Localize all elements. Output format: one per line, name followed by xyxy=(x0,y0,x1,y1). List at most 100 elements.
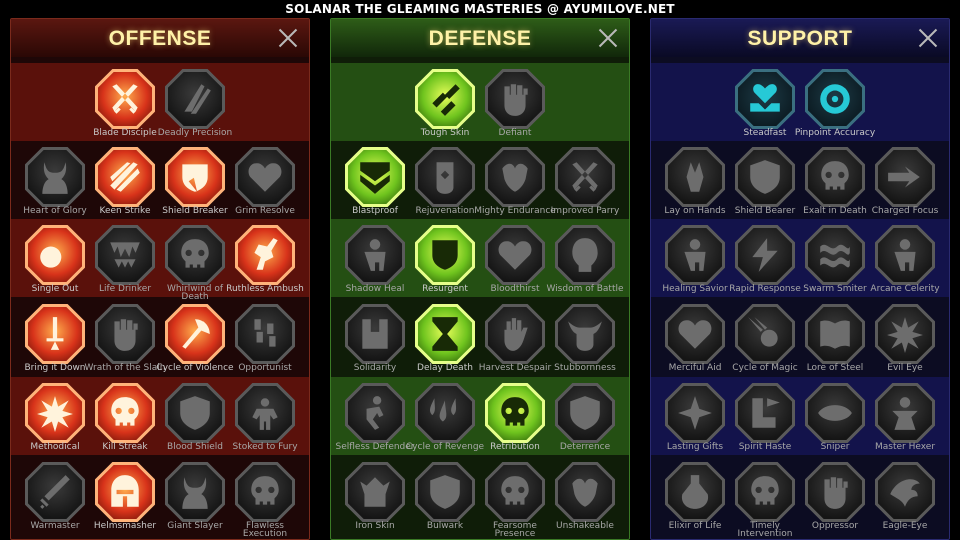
eye-icon xyxy=(818,405,852,421)
mastery-methodical[interactable]: Methodical xyxy=(20,383,90,461)
mastery-blade-disciple[interactable]: Blade Disciple xyxy=(90,69,160,147)
mastery-label: Flawless Execution xyxy=(242,521,288,539)
mastery-defiant[interactable]: Defiant xyxy=(480,69,550,147)
mastery-frame xyxy=(235,462,295,522)
mastery-pinpoint-accuracy[interactable]: Pinpoint Accuracy xyxy=(795,69,875,147)
mastery-merciful-aid[interactable]: Merciful Aid xyxy=(660,304,730,382)
mastery-resurgent[interactable]: Resurgent xyxy=(410,225,480,303)
mastery-bring-it-down[interactable]: Bring it Down xyxy=(20,304,90,382)
burst-icon xyxy=(887,317,923,353)
mastery-exalt-in-death[interactable]: Exalt in Death xyxy=(800,147,870,225)
mastery-cycle-of-revenge[interactable]: Cycle of Revenge xyxy=(406,383,484,461)
mastery-sniper[interactable]: Sniper xyxy=(800,383,870,461)
mastery-grim-resolve[interactable]: Grim Resolve xyxy=(230,147,300,225)
mastery-kill-streak[interactable]: Kill Streak xyxy=(90,383,160,461)
mastery-selfless-defender[interactable]: Selfless Defender xyxy=(335,383,415,461)
chevron-shield-icon xyxy=(360,162,390,194)
mastery-blood-shield[interactable]: Blood Shield xyxy=(160,383,230,461)
mastery-lasting-gifts[interactable]: Lasting Gifts xyxy=(660,383,730,461)
mastery-wisdom-of-battle[interactable]: Wisdom of Battle xyxy=(546,225,624,303)
mastery-master-hexer[interactable]: Master Hexer xyxy=(870,383,940,461)
mastery-deterrence[interactable]: Deterrence xyxy=(550,383,620,461)
mastery-frame xyxy=(415,383,475,443)
mastery-ruthless-ambush[interactable]: Ruthless Ambush xyxy=(226,225,304,303)
mastery-rapid-response[interactable]: Rapid Response xyxy=(729,225,801,303)
mastery-warmaster[interactable]: Warmaster xyxy=(20,462,90,539)
mastery-eagle-eye[interactable]: Eagle-Eye xyxy=(870,462,940,539)
mastery-fearsome-presence[interactable]: Fearsome Presence xyxy=(480,462,550,539)
mastery-label: Arcane Celerity xyxy=(870,284,940,294)
mastery-iron-skin[interactable]: Iron Skin xyxy=(340,462,410,539)
mastery-life-drinker[interactable]: Life Drinker xyxy=(90,225,160,303)
fangs-icon xyxy=(110,242,140,268)
mastery-shadow-heal[interactable]: Shadow Heal xyxy=(340,225,410,303)
mastery-frame xyxy=(165,304,225,364)
mastery-bloodthirst[interactable]: Bloodthirst xyxy=(480,225,550,303)
broken-shield-icon xyxy=(182,164,208,192)
chains-icon xyxy=(254,319,276,347)
close-icon[interactable] xyxy=(597,27,619,49)
mastery-steadfast[interactable]: Steadfast xyxy=(730,69,800,147)
mastery-oppressor[interactable]: Oppressor xyxy=(800,462,870,539)
mastery-harvest-despair[interactable]: Harvest Despair xyxy=(479,304,551,382)
close-icon[interactable] xyxy=(917,27,939,49)
mastery-frame xyxy=(345,225,405,285)
horned-warrior-icon xyxy=(42,162,68,194)
mastery-frame xyxy=(805,147,865,207)
mastery-frame xyxy=(95,69,155,129)
mastery-shield-breaker[interactable]: Shield Breaker xyxy=(160,147,230,225)
mastery-timely-intervention[interactable]: Timely Intervention xyxy=(730,462,800,539)
mastery-single-out[interactable]: Single Out xyxy=(20,225,90,303)
mastery-evil-eye[interactable]: Evil Eye xyxy=(870,304,940,382)
mastery-frame xyxy=(555,462,615,522)
mastery-frame xyxy=(665,462,725,522)
mastery-unshakeable[interactable]: Unshakeable xyxy=(550,462,620,539)
mastery-retribution[interactable]: Retribution xyxy=(480,383,550,461)
mastery-frame xyxy=(235,225,295,285)
mastery-arcane-celerity[interactable]: Arcane Celerity xyxy=(870,225,940,303)
mastery-tough-skin[interactable]: Tough Skin xyxy=(410,69,480,147)
mastery-elixir-of-life[interactable]: Elixir of Life xyxy=(660,462,730,539)
mastery-flawless-execution[interactable]: Flawless Execution xyxy=(230,462,300,539)
mastery-frame xyxy=(25,225,85,285)
close-icon[interactable] xyxy=(277,27,299,49)
mastery-charged-focus[interactable]: Charged Focus xyxy=(870,147,940,225)
mastery-lore-of-steel[interactable]: Lore of Steel xyxy=(800,304,870,382)
mastery-whirlwind-of-death[interactable]: Whirlwind of Death xyxy=(160,225,230,303)
mastery-frame xyxy=(165,69,225,129)
mastery-label: Defiant xyxy=(498,128,532,138)
mastery-cycle-of-magic[interactable]: Cycle of Magic xyxy=(730,304,800,382)
mastery-wrath-of-the-slain[interactable]: Wrath of the Slain xyxy=(85,304,165,382)
mastery-spirit-haste[interactable]: Spirit Haste xyxy=(730,383,800,461)
mastery-keen-strike[interactable]: Keen Strike xyxy=(90,147,160,225)
mastery-frame xyxy=(415,69,475,129)
bull-icon xyxy=(568,321,602,351)
mastery-heart-of-glory[interactable]: Heart of Glory xyxy=(20,147,90,225)
wing-boot-icon xyxy=(752,398,780,428)
mastery-swarm-smiter[interactable]: Swarm Smiter xyxy=(800,225,870,303)
mastery-frame xyxy=(875,462,935,522)
mastery-cycle-of-violence[interactable]: Cycle of Violence xyxy=(156,304,234,382)
mastery-frame xyxy=(805,69,865,129)
mastery-rejuvenation[interactable]: Rejuvenation xyxy=(410,147,480,225)
lightning-icon xyxy=(752,238,778,272)
mastery-blastproof[interactable]: Blastproof xyxy=(340,147,410,225)
mastery-healing-savior[interactable]: Healing Savior xyxy=(660,225,730,303)
mastery-lay-on-hands[interactable]: Lay on Hands xyxy=(660,147,730,225)
mastery-delay-death[interactable]: Delay Death xyxy=(410,304,480,382)
mastery-opportunist[interactable]: Opportunist xyxy=(230,304,300,382)
mastery-mighty-endurance[interactable]: Mighty Endurance xyxy=(474,147,556,225)
mastery-solidarity[interactable]: Solidarity xyxy=(340,304,410,382)
mastery-stubbornness[interactable]: Stubbornness xyxy=(550,304,620,382)
mastery-stoked-to-fury[interactable]: Stoked to Fury xyxy=(230,383,300,461)
mastery-frame xyxy=(665,383,725,443)
mastery-improved-parry[interactable]: Improved Parry xyxy=(550,147,620,225)
mastery-giant-slayer[interactable]: Giant Slayer xyxy=(160,462,230,539)
mastery-helmsmasher[interactable]: Helmsmasher xyxy=(90,462,160,539)
panel-title: SUPPORT xyxy=(747,27,853,50)
mastery-shield-bearer[interactable]: Shield Bearer xyxy=(730,147,800,225)
mastery-label: Stubbornness xyxy=(554,363,616,373)
mastery-frame xyxy=(485,69,545,129)
mastery-bulwark[interactable]: Bulwark xyxy=(410,462,480,539)
mastery-deadly-precision[interactable]: Deadly Precision xyxy=(158,69,232,147)
